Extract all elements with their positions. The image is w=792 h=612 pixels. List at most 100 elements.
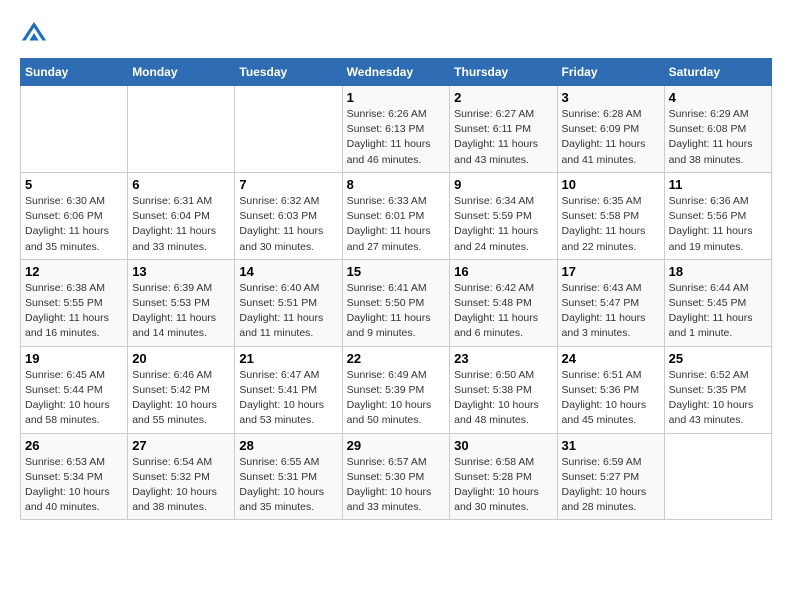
day-info: Sunrise: 6:39 AM Sunset: 5:53 PM Dayligh… — [132, 281, 230, 342]
day-number: 27 — [132, 438, 230, 453]
day-info: Sunrise: 6:26 AM Sunset: 6:13 PM Dayligh… — [347, 107, 446, 168]
calendar-cell: 3 Sunrise: 6:28 AM Sunset: 6:09 PM Daylig… — [557, 86, 664, 173]
day-number: 7 — [239, 177, 337, 192]
calendar-cell: 16 Sunrise: 6:42 AM Sunset: 5:48 PM Dayli… — [450, 259, 557, 346]
calendar-cell: 6 Sunrise: 6:31 AM Sunset: 6:04 PM Daylig… — [128, 172, 235, 259]
day-info: Sunrise: 6:59 AM Sunset: 5:27 PM Dayligh… — [562, 455, 660, 516]
day-number: 23 — [454, 351, 552, 366]
day-info: Sunrise: 6:36 AM Sunset: 5:56 PM Dayligh… — [669, 194, 767, 255]
day-number: 12 — [25, 264, 123, 279]
day-number: 29 — [347, 438, 446, 453]
day-info: Sunrise: 6:57 AM Sunset: 5:30 PM Dayligh… — [347, 455, 446, 516]
calendar-cell: 14Sunrise: 6:40 AM Sunset: 5:51 PM Dayli… — [235, 259, 342, 346]
calendar-cell: 17 Sunrise: 6:43 AM Sunset: 5:47 PM Dayli… — [557, 259, 664, 346]
day-info: Sunrise: 6:53 AM Sunset: 5:34 PM Dayligh… — [25, 455, 123, 516]
day-number: 16 — [454, 264, 552, 279]
day-info: Sunrise: 6:52 AM Sunset: 5:35 PM Dayligh… — [669, 368, 767, 429]
day-info: Sunrise: 6:44 AM Sunset: 5:45 PM Dayligh… — [669, 281, 767, 342]
day-info: Sunrise: 6:49 AM Sunset: 5:39 PM Dayligh… — [347, 368, 446, 429]
calendar-cell: 8 Sunrise: 6:33 AM Sunset: 6:01 PM Daylig… — [342, 172, 450, 259]
day-number: 25 — [669, 351, 767, 366]
day-number: 17 — [562, 264, 660, 279]
calendar-cell: 11Sunrise: 6:36 AM Sunset: 5:56 PM Dayli… — [664, 172, 771, 259]
column-header-saturday: Saturday — [664, 59, 771, 86]
calendar-cell: 30 Sunrise: 6:58 AM Sunset: 5:28 PM Dayli… — [450, 433, 557, 520]
day-number: 18 — [669, 264, 767, 279]
day-info: Sunrise: 6:32 AM Sunset: 6:03 PM Dayligh… — [239, 194, 337, 255]
day-number: 15 — [347, 264, 446, 279]
day-info: Sunrise: 6:31 AM Sunset: 6:04 PM Dayligh… — [132, 194, 230, 255]
day-number: 6 — [132, 177, 230, 192]
day-number: 24 — [562, 351, 660, 366]
logo-icon — [20, 20, 48, 48]
calendar-cell: 24 Sunrise: 6:51 AM Sunset: 5:36 PM Dayli… — [557, 346, 664, 433]
calendar-cell — [128, 86, 235, 173]
day-info: Sunrise: 6:51 AM Sunset: 5:36 PM Dayligh… — [562, 368, 660, 429]
week-row-3: 12 Sunrise: 6:38 AM Sunset: 5:55 PM Dayli… — [21, 259, 772, 346]
column-header-wednesday: Wednesday — [342, 59, 450, 86]
calendar-cell: 5Sunrise: 6:30 AM Sunset: 6:06 PM Daylig… — [21, 172, 128, 259]
calendar-cell: 2 Sunrise: 6:27 AM Sunset: 6:11 PM Daylig… — [450, 86, 557, 173]
day-info: Sunrise: 6:55 AM Sunset: 5:31 PM Dayligh… — [239, 455, 337, 516]
day-number: 31 — [562, 438, 660, 453]
calendar-cell: 9 Sunrise: 6:34 AM Sunset: 5:59 PM Daylig… — [450, 172, 557, 259]
day-info: Sunrise: 6:58 AM Sunset: 5:28 PM Dayligh… — [454, 455, 552, 516]
calendar-cell: 26 Sunrise: 6:53 AM Sunset: 5:34 PM Dayli… — [21, 433, 128, 520]
day-info: Sunrise: 6:27 AM Sunset: 6:11 PM Dayligh… — [454, 107, 552, 168]
calendar-table: SundayMondayTuesdayWednesdayThursdayFrid… — [20, 58, 772, 520]
day-number: 21 — [239, 351, 337, 366]
calendar-cell: 13Sunrise: 6:39 AM Sunset: 5:53 PM Dayli… — [128, 259, 235, 346]
calendar-cell: 12 Sunrise: 6:38 AM Sunset: 5:55 PM Dayli… — [21, 259, 128, 346]
calendar-cell — [235, 86, 342, 173]
column-header-monday: Monday — [128, 59, 235, 86]
calendar-cell — [664, 433, 771, 520]
calendar-cell: 18 Sunrise: 6:44 AM Sunset: 5:45 PM Dayli… — [664, 259, 771, 346]
day-info: Sunrise: 6:42 AM Sunset: 5:48 PM Dayligh… — [454, 281, 552, 342]
calendar-cell: 25 Sunrise: 6:52 AM Sunset: 5:35 PM Dayli… — [664, 346, 771, 433]
day-number: 2 — [454, 90, 552, 105]
day-info: Sunrise: 6:38 AM Sunset: 5:55 PM Dayligh… — [25, 281, 123, 342]
day-number: 22 — [347, 351, 446, 366]
day-info: Sunrise: 6:28 AM Sunset: 6:09 PM Dayligh… — [562, 107, 660, 168]
day-number: 8 — [347, 177, 446, 192]
calendar-cell: 23 Sunrise: 6:50 AM Sunset: 5:38 PM Dayli… — [450, 346, 557, 433]
day-number: 20 — [132, 351, 230, 366]
day-number: 9 — [454, 177, 552, 192]
calendar-cell: 22 Sunrise: 6:49 AM Sunset: 5:39 PM Dayli… — [342, 346, 450, 433]
day-info: Sunrise: 6:54 AM Sunset: 5:32 PM Dayligh… — [132, 455, 230, 516]
column-header-tuesday: Tuesday — [235, 59, 342, 86]
calendar-cell — [21, 86, 128, 173]
day-number: 28 — [239, 438, 337, 453]
day-info: Sunrise: 6:43 AM Sunset: 5:47 PM Dayligh… — [562, 281, 660, 342]
day-info: Sunrise: 6:46 AM Sunset: 5:42 PM Dayligh… — [132, 368, 230, 429]
day-number: 26 — [25, 438, 123, 453]
column-header-friday: Friday — [557, 59, 664, 86]
calendar-cell: 1 Sunrise: 6:26 AM Sunset: 6:13 PM Daylig… — [342, 86, 450, 173]
day-info: Sunrise: 6:35 AM Sunset: 5:58 PM Dayligh… — [562, 194, 660, 255]
calendar-cell: 15Sunrise: 6:41 AM Sunset: 5:50 PM Dayli… — [342, 259, 450, 346]
day-number: 19 — [25, 351, 123, 366]
calendar-cell: 27 Sunrise: 6:54 AM Sunset: 5:32 PM Dayli… — [128, 433, 235, 520]
week-row-2: 5Sunrise: 6:30 AM Sunset: 6:06 PM Daylig… — [21, 172, 772, 259]
day-number: 1 — [347, 90, 446, 105]
day-info: Sunrise: 6:34 AM Sunset: 5:59 PM Dayligh… — [454, 194, 552, 255]
calendar-cell: 10 Sunrise: 6:35 AM Sunset: 5:58 PM Dayli… — [557, 172, 664, 259]
day-number: 5 — [25, 177, 123, 192]
day-number: 14 — [239, 264, 337, 279]
logo — [20, 20, 52, 48]
column-header-thursday: Thursday — [450, 59, 557, 86]
day-info: Sunrise: 6:45 AM Sunset: 5:44 PM Dayligh… — [25, 368, 123, 429]
calendar-cell: 7 Sunrise: 6:32 AM Sunset: 6:03 PM Daylig… — [235, 172, 342, 259]
day-info: Sunrise: 6:33 AM Sunset: 6:01 PM Dayligh… — [347, 194, 446, 255]
week-row-4: 19 Sunrise: 6:45 AM Sunset: 5:44 PM Dayli… — [21, 346, 772, 433]
day-number: 10 — [562, 177, 660, 192]
calendar-header-row: SundayMondayTuesdayWednesdayThursdayFrid… — [21, 59, 772, 86]
week-row-1: 1 Sunrise: 6:26 AM Sunset: 6:13 PM Daylig… — [21, 86, 772, 173]
day-info: Sunrise: 6:47 AM Sunset: 5:41 PM Dayligh… — [239, 368, 337, 429]
day-info: Sunrise: 6:50 AM Sunset: 5:38 PM Dayligh… — [454, 368, 552, 429]
day-number: 30 — [454, 438, 552, 453]
day-number: 4 — [669, 90, 767, 105]
day-number: 3 — [562, 90, 660, 105]
day-info: Sunrise: 6:29 AM Sunset: 6:08 PM Dayligh… — [669, 107, 767, 168]
calendar-cell: 21 Sunrise: 6:47 AM Sunset: 5:41 PM Dayli… — [235, 346, 342, 433]
